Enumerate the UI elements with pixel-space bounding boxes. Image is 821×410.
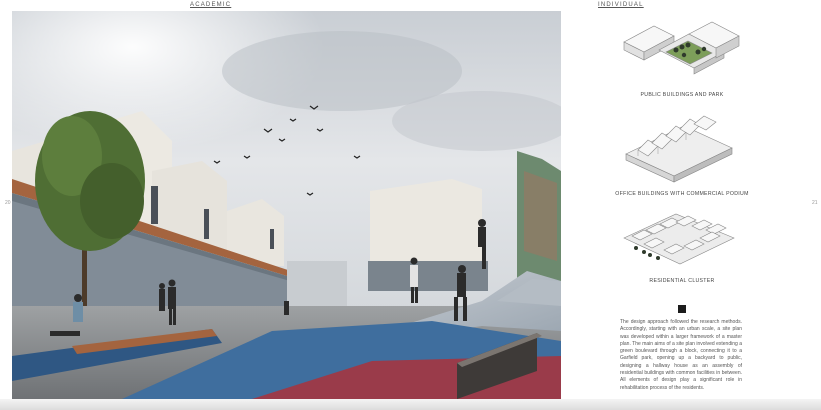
diagram-caption-public: PUBLIC BUILDINGS AND PARK: [640, 92, 724, 98]
tab-individual[interactable]: INDIVIDUAL: [598, 2, 644, 8]
axo-diagram-office-buildings: [614, 112, 744, 184]
tab-academic[interactable]: ACADEMIC: [190, 2, 231, 8]
design-description-paragraph: The design approach followed the researc…: [620, 319, 742, 391]
diagram-caption-office: OFFICE BUILDINGS WITH COMMERCIAL PODIUM: [615, 191, 749, 197]
bottom-scroll-bar: [0, 399, 821, 410]
page-number-left: 20: [5, 200, 11, 206]
section-marker-square: [678, 305, 686, 313]
axo-diagram-public-buildings: [614, 12, 744, 84]
skatepark-render-image: [12, 11, 561, 399]
axo-diagram-residential-cluster: [614, 208, 744, 268]
diagram-caption-residential: RESIDENTIAL CLUSTER: [649, 278, 715, 284]
page-number-right: 21: [812, 200, 818, 206]
